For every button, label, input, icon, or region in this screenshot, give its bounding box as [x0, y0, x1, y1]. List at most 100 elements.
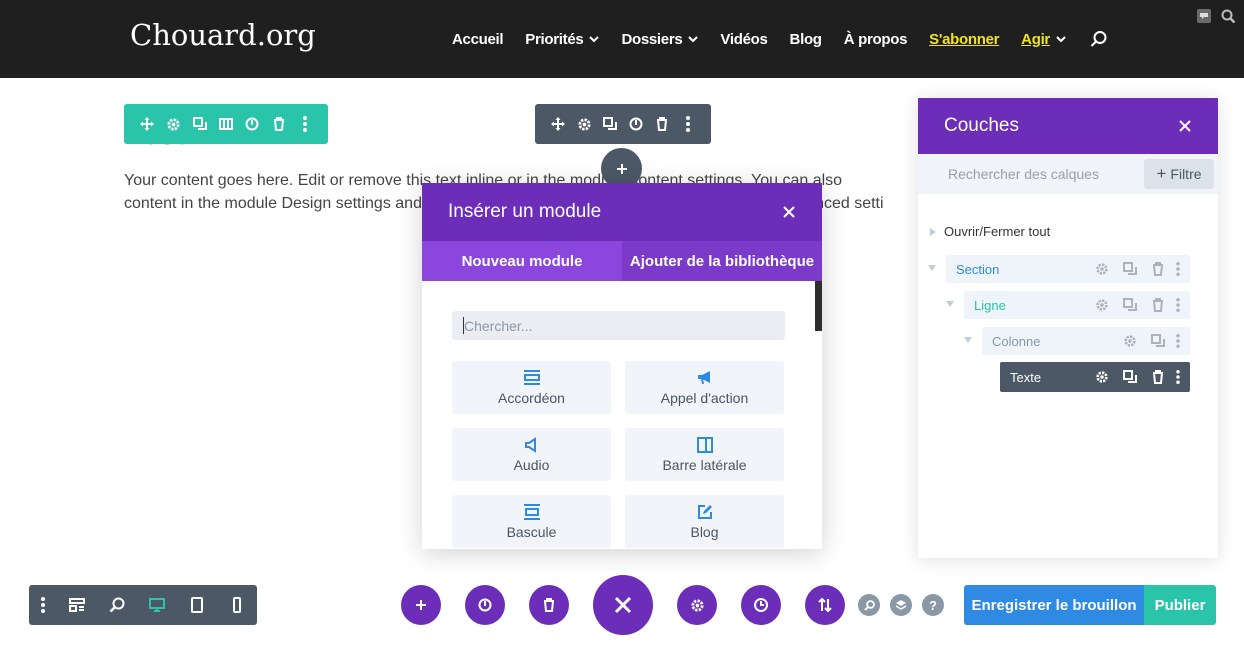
- layer-row[interactable]: Ligne: [964, 291, 1190, 319]
- nav-item-apropos[interactable]: À propos: [844, 31, 908, 48]
- layer-column[interactable]: Colonne: [982, 327, 1190, 355]
- more-vertical-icon[interactable]: [1172, 298, 1184, 312]
- nav-item-dossiers[interactable]: Dossiers: [621, 31, 699, 48]
- clear-layout-button[interactable]: [529, 585, 569, 625]
- nav-label: S'abonner: [929, 30, 1000, 48]
- delete-button[interactable]: [265, 104, 291, 144]
- move-button[interactable]: [134, 104, 160, 144]
- module-grid: Accordéon Appel d'action Audio Barre lat…: [452, 361, 785, 548]
- gear-icon[interactable]: [1088, 370, 1116, 384]
- search-icon[interactable]: [1220, 8, 1236, 24]
- chevron-down-icon: [1056, 35, 1066, 42]
- toggle-all-layers[interactable]: Ouvrir/Fermer tout: [930, 224, 1050, 239]
- page-settings-button[interactable]: [29, 585, 57, 625]
- layers-toggle-button[interactable]: [890, 594, 912, 616]
- tablet-view-button[interactable]: [177, 585, 217, 625]
- portability-button[interactable]: [805, 585, 845, 625]
- search-button[interactable]: [858, 594, 880, 616]
- site-header: Chouard.org Accueil Priorités Dossiers V…: [0, 0, 1244, 78]
- save-to-library-button[interactable]: [623, 104, 649, 144]
- trash-icon[interactable]: [1144, 262, 1172, 276]
- power-icon: [245, 117, 259, 131]
- toggle-icon: [523, 503, 540, 520]
- duplicate-button[interactable]: [187, 104, 213, 144]
- nav-item-accueil[interactable]: Accueil: [452, 31, 504, 48]
- duplicate-icon[interactable]: [1116, 262, 1144, 276]
- trash-icon[interactable]: [1144, 298, 1172, 312]
- more-vertical-icon[interactable]: [1172, 370, 1184, 384]
- columns-button[interactable]: [213, 104, 239, 144]
- tab-new-module[interactable]: Nouveau module: [422, 241, 622, 281]
- site-logo[interactable]: Chouard.org: [130, 18, 316, 52]
- scrollbar[interactable]: [815, 281, 822, 331]
- page-settings-button[interactable]: [677, 585, 717, 625]
- history-button[interactable]: [741, 585, 781, 625]
- close-modal-button[interactable]: [782, 205, 796, 219]
- duplicate-icon[interactable]: [1144, 334, 1172, 348]
- caret-down-icon[interactable]: [928, 265, 936, 271]
- caret-down-icon[interactable]: [946, 301, 954, 307]
- trash-icon: [273, 117, 284, 131]
- gear-icon[interactable]: [1088, 298, 1116, 312]
- nav-item-agir[interactable]: Agir: [1021, 31, 1066, 48]
- gear-icon[interactable]: [1088, 262, 1116, 276]
- save-draft-button[interactable]: Enregistrer le brouillon: [964, 585, 1144, 625]
- nav-item-videos[interactable]: Vidéos: [720, 31, 767, 48]
- wireframe-view-button[interactable]: [57, 585, 97, 625]
- nav-item-sabonner[interactable]: S'abonner: [929, 31, 999, 48]
- header-search-button[interactable]: [1090, 30, 1108, 48]
- filter-button[interactable]: + Filtre: [1144, 159, 1214, 189]
- caret-down-icon[interactable]: [964, 337, 972, 343]
- settings-button[interactable]: [571, 104, 597, 144]
- module-card-blog[interactable]: Blog: [625, 495, 784, 548]
- modal-header: Insérer un module: [422, 183, 822, 241]
- module-label: Appel d'action: [660, 389, 749, 406]
- columns-icon: [218, 118, 233, 130]
- trash-icon[interactable]: [1144, 370, 1172, 384]
- module-label: Barre latérale: [662, 456, 747, 473]
- desktop-icon: [149, 598, 165, 612]
- module-search-input[interactable]: [452, 311, 785, 340]
- save-to-library-button[interactable]: [465, 585, 505, 625]
- desktop-view-button[interactable]: [137, 585, 177, 625]
- save-to-library-button[interactable]: [239, 104, 265, 144]
- module-card-accordion[interactable]: Accordéon: [452, 361, 611, 414]
- search-icon: [1090, 31, 1107, 47]
- gear-icon[interactable]: [1116, 334, 1144, 348]
- question-icon: ?: [929, 597, 937, 613]
- close-layers-button[interactable]: [1178, 119, 1192, 133]
- duplicate-icon[interactable]: [1116, 370, 1144, 384]
- phone-view-button[interactable]: [217, 585, 257, 625]
- more-vertical-icon[interactable]: [1172, 262, 1184, 276]
- module-card-sidebar[interactable]: Barre latérale: [625, 428, 784, 481]
- gear-icon: [690, 598, 704, 612]
- layers-search-input[interactable]: [918, 154, 1144, 194]
- more-vertical-icon[interactable]: [1172, 334, 1184, 348]
- close-settings-button[interactable]: [593, 575, 653, 635]
- layer-label: Ligne: [974, 297, 1006, 313]
- delete-button[interactable]: [649, 104, 675, 144]
- more-options-button[interactable]: [675, 104, 701, 144]
- gear-icon: [577, 117, 591, 131]
- nav-item-priorites[interactable]: Priorités: [525, 31, 600, 48]
- add-button[interactable]: [401, 585, 441, 625]
- publish-button[interactable]: Publier: [1144, 585, 1216, 625]
- more-options-button[interactable]: [292, 104, 318, 144]
- move-button[interactable]: [545, 104, 571, 144]
- duplicate-button[interactable]: [597, 104, 623, 144]
- module-card-toggle[interactable]: Bascule: [452, 495, 611, 548]
- zoom-view-button[interactable]: [97, 585, 137, 625]
- module-card-audio[interactable]: Audio: [452, 428, 611, 481]
- more-vertical-icon: [686, 116, 690, 132]
- duplicate-icon[interactable]: [1116, 298, 1144, 312]
- tab-add-from-library[interactable]: Ajouter de la bibliothèque: [622, 241, 822, 281]
- move-icon: [551, 117, 565, 131]
- layers-title: Couches: [944, 115, 1019, 136]
- layer-text-module[interactable]: Texte: [1000, 362, 1190, 392]
- settings-button[interactable]: [160, 104, 186, 144]
- comment-icon[interactable]: [1196, 8, 1212, 24]
- nav-item-blog[interactable]: Blog: [790, 31, 822, 48]
- module-card-call-to-action[interactable]: Appel d'action: [625, 361, 784, 414]
- help-button[interactable]: ?: [922, 594, 944, 616]
- layer-section[interactable]: Section: [946, 255, 1190, 283]
